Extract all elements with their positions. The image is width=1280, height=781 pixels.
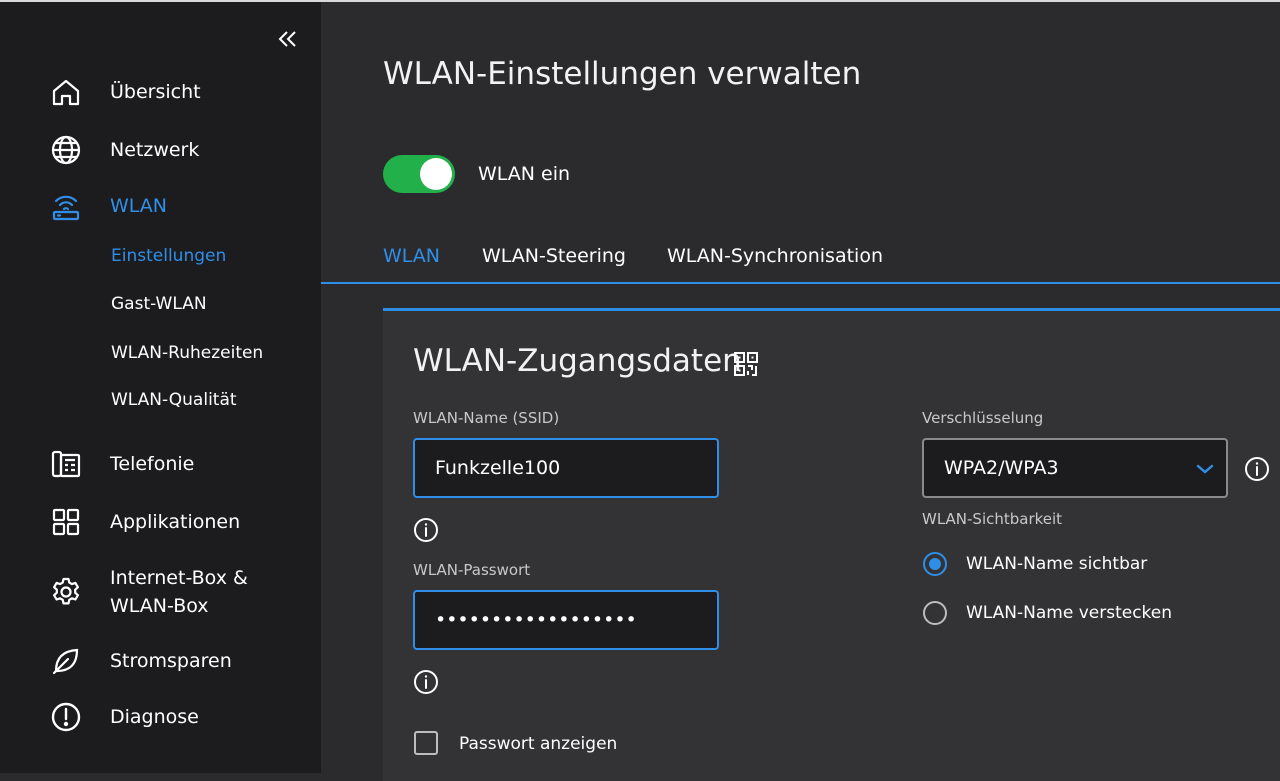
sidebar-item-label: Internet-Box & (110, 567, 248, 589)
sidebar-subitem-wlan-qualitaet[interactable]: WLAN-Qualität (111, 388, 237, 412)
sidebar-item-label: Telefonie (110, 453, 195, 475)
card-title: WLAN-Zugangsdaten (413, 343, 742, 379)
alert-icon (48, 699, 84, 735)
sidebar-item-label: Übersicht (110, 81, 201, 103)
visibility-label: WLAN-Sichtbarkeit (922, 510, 1063, 528)
phone-icon (48, 446, 84, 482)
password-label: WLAN-Passwort (413, 561, 531, 579)
visible-radio[interactable] (923, 552, 947, 576)
sidebar-item-label: WLAN (110, 195, 168, 217)
toggle-knob (420, 158, 452, 190)
encryption-label: Verschlüsselung (922, 409, 1044, 427)
sidebar-item-label: Applikationen (110, 511, 241, 533)
globe-icon (48, 132, 84, 168)
hidden-radio-label: WLAN-Name verstecken (966, 603, 1173, 623)
sidebar-item-wlan[interactable]: WLAN (0, 188, 321, 224)
sidebar-item-label: Netzwerk (110, 139, 200, 161)
ssid-label: WLAN-Name (SSID) (413, 409, 560, 427)
encryption-value: WPA2/WPA3 (944, 457, 1059, 479)
sidebar-item-telefonie[interactable]: Telefonie (0, 446, 321, 482)
main-content: WLAN-Einstellungen verwalten WLAN ein WL… (321, 2, 1280, 781)
router-icon (48, 188, 84, 224)
wlan-toggle[interactable] (383, 155, 455, 193)
sidebar-item-label: Diagnose (110, 706, 199, 728)
tab-wlan[interactable]: WLAN (383, 242, 440, 270)
sidebar-item-netzwerk[interactable]: Netzwerk (0, 132, 321, 168)
gear-icon (48, 574, 84, 610)
sidebar-item-stromsparen[interactable]: Stromsparen (0, 643, 321, 679)
password-info-icon[interactable] (412, 668, 440, 696)
sidebar-item-uebersicht[interactable]: Übersicht (0, 74, 321, 110)
credentials-card: WLAN-Zugangsdaten WLAN-Name (SSID) WLAN-… (383, 308, 1280, 781)
hidden-radio[interactable] (923, 601, 947, 625)
wlan-toggle-label: WLAN ein (478, 163, 571, 185)
tab-bar: WLAN WLAN-Steering WLAN-Synchronisation (321, 238, 1280, 284)
tab-wlan-synchronisation[interactable]: WLAN-Synchronisation (667, 242, 883, 270)
sidebar-item-label-line2: WLAN-Box (110, 595, 209, 617)
sidebar-item-label: Stromsparen (110, 650, 232, 672)
double-chevron-left-icon (278, 31, 296, 47)
tab-wlan-steering[interactable]: WLAN-Steering (482, 242, 626, 270)
sidebar-subitem-einstellungen[interactable]: Einstellungen (111, 244, 226, 268)
sidebar-item-internet-box[interactable]: Internet-Box & WLAN-Box (0, 562, 321, 622)
visible-radio-label: WLAN-Name sichtbar (966, 554, 1148, 574)
page-title: WLAN-Einstellungen verwalten (383, 56, 862, 92)
collapse-sidebar-button[interactable] (272, 24, 302, 54)
chevron-down-icon (1196, 464, 1214, 474)
show-password-label: Passwort anzeigen (459, 734, 618, 754)
home-icon (48, 74, 84, 110)
sidebar-item-applikationen[interactable]: Applikationen (0, 504, 321, 540)
sidebar-item-diagnose[interactable]: Diagnose (0, 699, 321, 735)
apps-icon (48, 504, 84, 540)
sidebar-subitem-wlan-ruhezeiten[interactable]: WLAN-Ruhezeiten (111, 341, 263, 365)
encryption-select[interactable]: WPA2/WPA3 (922, 438, 1228, 498)
encryption-info-icon[interactable] (1243, 455, 1271, 483)
sidebar: Übersicht Netzwerk WLAN Einstellungen Ga… (0, 2, 321, 773)
sidebar-subitem-gast-wlan[interactable]: Gast-WLAN (111, 292, 207, 316)
show-password-checkbox[interactable] (414, 731, 438, 755)
ssid-input[interactable] (413, 438, 719, 498)
ssid-info-icon[interactable] (412, 516, 440, 544)
qr-code-icon[interactable] (733, 351, 759, 377)
password-input[interactable] (413, 590, 719, 650)
leaf-icon (48, 643, 84, 679)
